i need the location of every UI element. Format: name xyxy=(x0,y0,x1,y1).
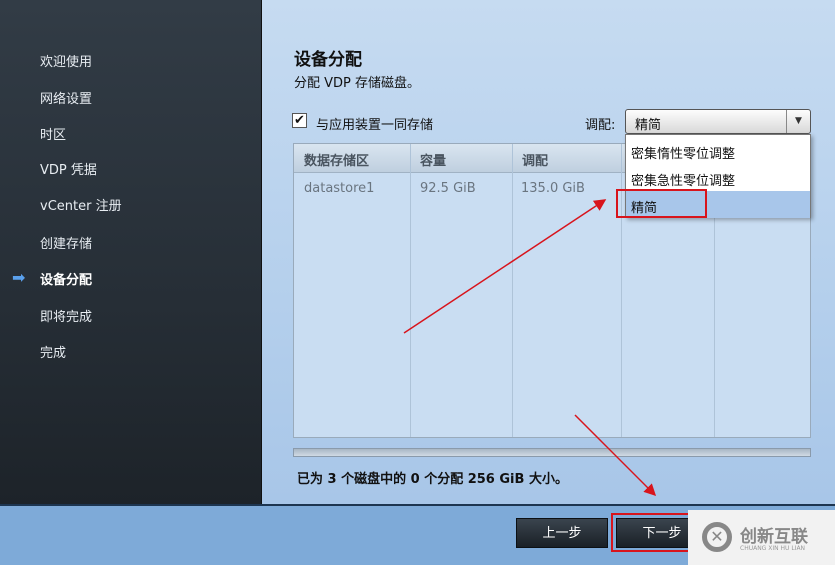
col-datastore[interactable]: 数据存储区 xyxy=(304,150,369,169)
provisioning-value: 精简 xyxy=(635,118,662,133)
option-thick-eager-zeroed[interactable]: 密集急性零位调整 xyxy=(626,164,810,191)
nav-create-storage[interactable]: 创建存储 xyxy=(40,233,92,252)
page-title: 设备分配 xyxy=(294,50,362,70)
current-step-arrow-icon: ➡ xyxy=(12,268,26,287)
cell-capacity: 92.5 GiB xyxy=(420,181,476,196)
nav-network[interactable]: 网络设置 xyxy=(40,88,92,107)
nav-welcome[interactable]: 欢迎使用 xyxy=(40,51,92,70)
column-divider xyxy=(512,144,513,437)
col-provisioned[interactable]: 调配 xyxy=(522,150,548,169)
cell-provisioned: 135.0 GiB xyxy=(521,181,585,196)
nav-timezone[interactable]: 时区 xyxy=(40,124,66,143)
column-divider xyxy=(410,144,411,437)
nav-device-allocation[interactable]: 设备分配 xyxy=(40,269,92,288)
nav-ready-to-complete[interactable]: 即将完成 xyxy=(40,306,92,325)
annotation-box-thin xyxy=(616,189,707,218)
horizontal-scrollbar[interactable] xyxy=(293,448,811,457)
checkbox-label: 与应用装置一同存储 xyxy=(316,118,434,133)
watermark-text: 创新互联 xyxy=(740,527,808,547)
store-with-appliance-checkbox[interactable]: ✔ xyxy=(292,113,307,128)
cell-datastore: datastore1 xyxy=(304,181,375,196)
back-button[interactable]: 上一步 xyxy=(516,518,608,548)
watermark-logo-icon: ✕ xyxy=(702,522,732,552)
nav-vdp-credentials[interactable]: VDP 凭据 xyxy=(40,159,97,178)
provisioning-select[interactable]: 精简 ▼ xyxy=(625,109,811,134)
allocation-summary: 已为 3 个磁盘中的 0 个分配 256 GiB 大小。 xyxy=(297,472,568,487)
column-divider xyxy=(621,144,622,437)
page-subtitle: 分配 VDP 存储磁盘。 xyxy=(294,76,421,91)
watermark-subtext: CHUANG XIN HU LIAN xyxy=(740,545,806,552)
option-thick-lazy-zeroed[interactable]: 密集惰性零位调整 xyxy=(626,137,810,164)
nav-vcenter-registration[interactable]: vCenter 注册 xyxy=(40,195,122,214)
chevron-down-icon[interactable]: ▼ xyxy=(786,110,810,133)
provisioning-label: 调配: xyxy=(585,118,616,133)
col-capacity[interactable]: 容量 xyxy=(420,150,446,169)
watermark: ✕ 创新互联 CHUANG XIN HU LIAN xyxy=(688,510,835,565)
nav-complete[interactable]: 完成 xyxy=(40,342,66,361)
wizard-sidebar: ➡ 欢迎使用 网络设置 时区 VDP 凭据 vCenter 注册 创建存储 设备… xyxy=(0,0,262,504)
